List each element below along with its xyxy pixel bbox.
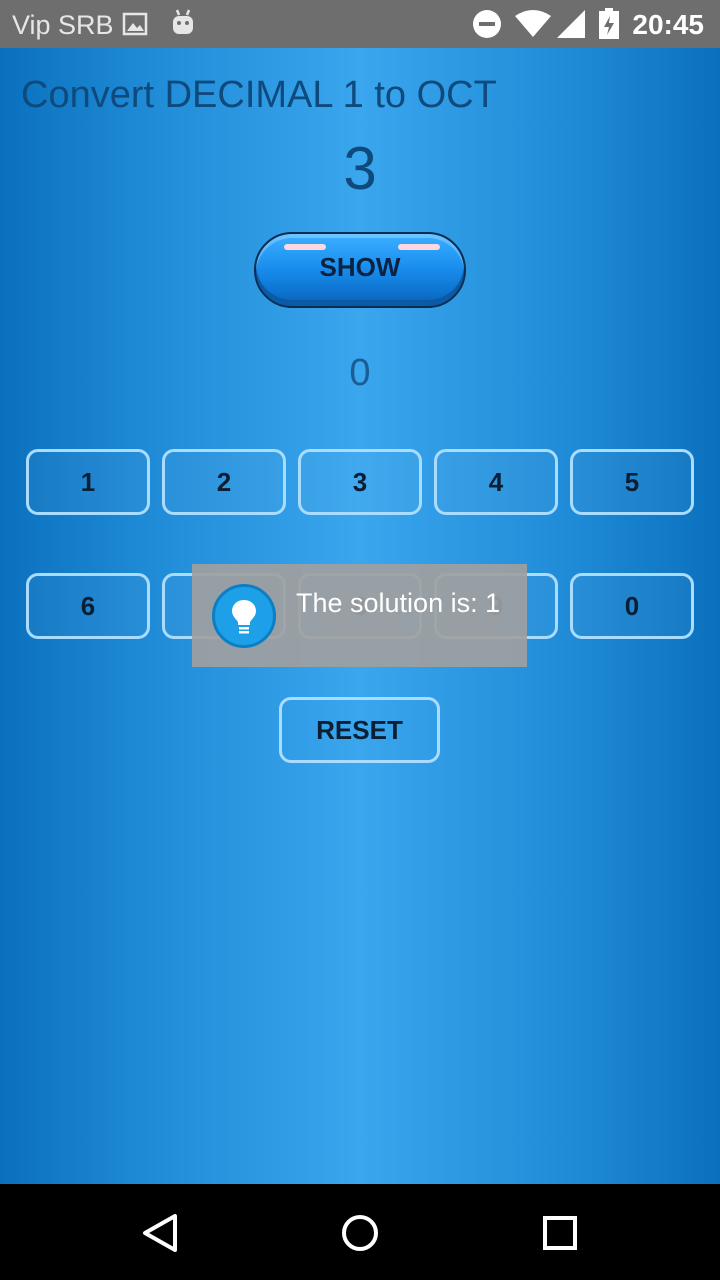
digit-button-5[interactable]: 5 [570,449,694,515]
signal-icon [556,9,586,44]
carrier-name: Vip SRB [12,10,114,40]
button-shine-left [284,244,326,250]
solution-toast: The solution is: 1 [192,564,527,667]
digit-button-1[interactable]: 1 [26,449,150,515]
question-text: Convert DECIMAL 1 to OCT [21,74,497,116]
back-icon[interactable] [135,1208,185,1258]
show-button[interactable]: SHOW [254,232,466,308]
navigation-bar [0,1184,720,1280]
digit-button-0[interactable]: 0 [570,573,694,639]
home-icon[interactable] [335,1208,385,1258]
digit-button-6[interactable]: 6 [26,573,150,639]
lightbulb-icon [212,584,276,648]
wifi-icon [514,10,552,43]
button-shine-right [398,244,440,250]
android-icon [170,8,196,41]
app-screen: Convert DECIMAL 1 to OCT 3 SHOW 0 1 2 3 … [0,48,720,1184]
target-number: 3 [343,135,377,202]
recents-icon[interactable] [535,1208,585,1258]
toast-message: The solution is: 1 [296,588,501,618]
do-not-disturb-icon [472,9,502,44]
battery-charging-icon [598,8,620,45]
digit-button-4[interactable]: 4 [434,449,558,515]
clock: 20:45 [632,9,704,40]
answer-display: 0 [349,352,371,394]
status-bar: Vip SRB 20:45 [0,0,720,48]
image-icon [122,12,148,41]
reset-button[interactable]: RESET [279,697,440,763]
digit-button-3[interactable]: 3 [298,449,422,515]
digit-button-2[interactable]: 2 [162,449,286,515]
show-button-label: SHOW [319,252,401,282]
